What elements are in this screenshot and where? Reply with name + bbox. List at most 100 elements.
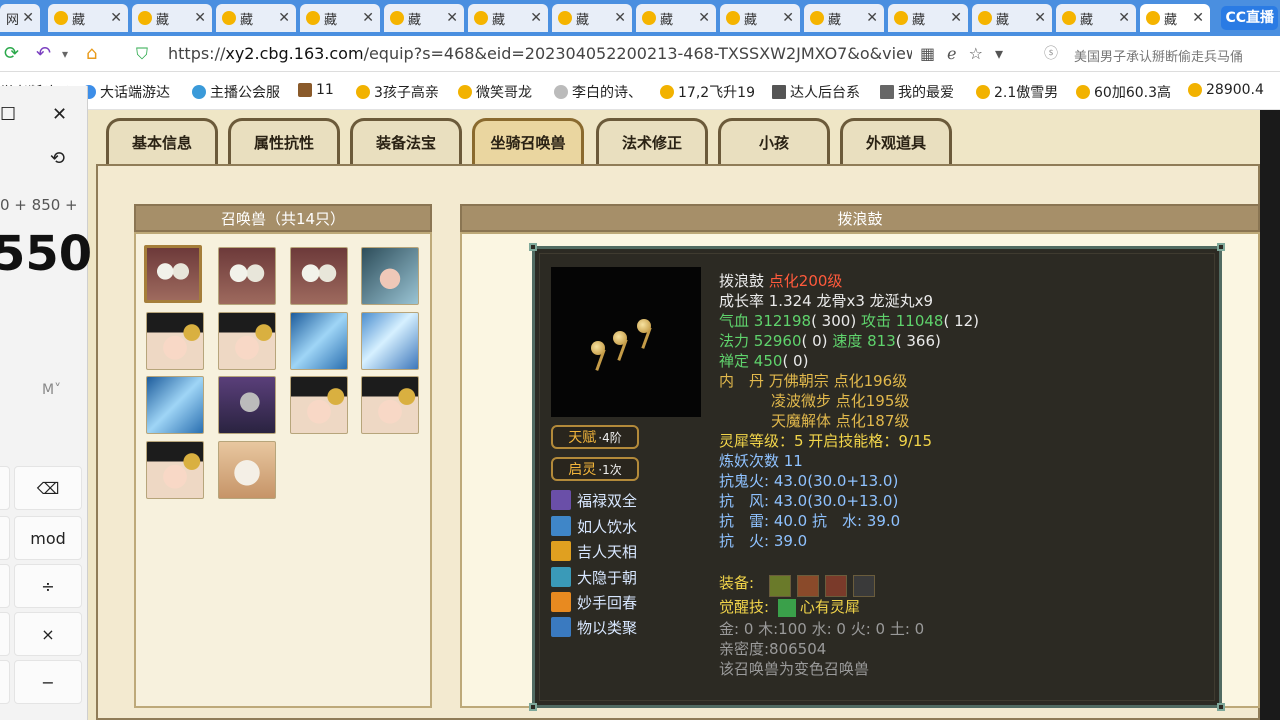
minus-key[interactable]: − [14, 660, 82, 704]
browser-tab[interactable]: 藏 ✕ [804, 4, 884, 32]
bookmark-item[interactable]: 11 [298, 82, 334, 98]
calc-key-partial[interactable] [0, 516, 10, 560]
close-icon[interactable]: ✕ [22, 10, 34, 26]
browser-tab[interactable]: 藏 ✕ [384, 4, 464, 32]
tab-equipment[interactable]: 装备法宝 [350, 118, 462, 164]
tab-appearance[interactable]: 外观道具 [840, 118, 952, 164]
pet-slot[interactable] [146, 441, 204, 499]
browser-tab[interactable]: 藏 ✕ [216, 4, 296, 32]
star-icon[interactable]: ☆ [969, 44, 995, 63]
browser-tab[interactable]: 网 ✕ [0, 4, 40, 32]
calc-key-partial[interactable] [0, 564, 10, 608]
bookmark-item[interactable]: 17,2飞升19 [660, 82, 755, 102]
undo-icon[interactable]: ↶ [36, 42, 51, 66]
bookmark-item[interactable]: 2.1傲雪男 [976, 82, 1058, 102]
mod-key[interactable]: mod [14, 516, 82, 560]
close-icon[interactable]: ✕ [950, 10, 962, 26]
pet-slot[interactable] [218, 376, 276, 434]
bookmark-item[interactable]: 大话端游达 [82, 82, 170, 102]
history-icon[interactable]: ⟲ [50, 148, 65, 169]
close-icon[interactable]: ✕ [614, 10, 626, 26]
close-icon[interactable]: ✕ [866, 10, 878, 26]
bookmark-item[interactable]: 微笑哥龙 [458, 82, 532, 102]
grid-icon[interactable]: ▦ [920, 44, 947, 63]
bookmark-item[interactable]: 达人后台系 [772, 82, 860, 102]
browser-tab[interactable]: 藏 ✕ [888, 4, 968, 32]
close-icon[interactable]: ✕ [1034, 10, 1046, 26]
close-icon[interactable]: ✕ [530, 10, 542, 26]
pet-slot[interactable] [290, 312, 348, 370]
skill-item[interactable]: 福禄双全 [551, 489, 637, 511]
close-icon[interactable]: ✕ [110, 10, 122, 26]
pet-slot[interactable] [218, 247, 276, 305]
bookmark-item[interactable]: 李白的诗、 [554, 82, 642, 102]
browser-tab[interactable]: 藏 ✕ [132, 4, 212, 32]
skill-item[interactable]: 物以类聚 [551, 616, 637, 638]
browser-tab-active[interactable]: 藏 ✕ [1140, 4, 1210, 32]
bookmark-label: 60加60.3高 [1094, 85, 1171, 101]
edge-icon[interactable]: ℯ [947, 44, 968, 63]
refresh-icon[interactable]: ⟳ [4, 42, 19, 66]
close-icon[interactable]: ✕ [698, 10, 710, 26]
pet-slot[interactable] [290, 247, 348, 305]
bookmark-item[interactable]: 28900.4 [1188, 82, 1264, 98]
backspace-key[interactable]: ⌫ [14, 466, 82, 510]
browser-tab[interactable]: 藏 ✕ [300, 4, 380, 32]
url-field[interactable]: https://xy2.cbg.163.com/equip?s=468&eid=… [168, 44, 912, 63]
tab-mounts-pets[interactable]: 坐骑召唤兽 [472, 118, 584, 164]
browser-tab[interactable]: 藏 ✕ [552, 4, 632, 32]
calc-key-partial[interactable] [0, 466, 10, 510]
tab-spell-correction[interactable]: 法术修正 [596, 118, 708, 164]
pet-slot[interactable] [361, 247, 419, 305]
restore-icon[interactable]: ☐ [0, 104, 16, 125]
browser-tab[interactable]: 藏 ✕ [972, 4, 1052, 32]
close-icon[interactable]: ✕ [278, 10, 290, 26]
close-icon[interactable]: ✕ [194, 10, 206, 26]
close-icon[interactable]: ✕ [782, 10, 794, 26]
pet-slot[interactable] [361, 376, 419, 434]
memory-button[interactable]: M˅ [42, 382, 61, 398]
calc-key-partial[interactable] [0, 660, 10, 704]
close-icon[interactable]: ✕ [52, 104, 67, 125]
pet-slot[interactable] [361, 312, 419, 370]
tab-attributes[interactable]: 属性抗性 [228, 118, 340, 164]
bookmark-item[interactable]: 我的最爱 [880, 82, 954, 102]
skill-item[interactable]: 妙手回春 [551, 591, 637, 613]
news-ticker[interactable]: 美国男子承认掰断偷走兵马俑 [1074, 46, 1280, 65]
pet-slot[interactable] [218, 312, 276, 370]
divide-key[interactable]: ÷ [14, 564, 82, 608]
skill-item[interactable]: 如人饮水 [551, 515, 637, 537]
close-icon[interactable]: ✕ [362, 10, 374, 26]
close-icon[interactable]: ✕ [1118, 10, 1130, 26]
pet-slot[interactable] [144, 245, 202, 303]
close-icon[interactable]: ✕ [1192, 10, 1204, 26]
calc-key-partial[interactable] [0, 612, 10, 656]
close-icon[interactable]: ✕ [446, 10, 458, 26]
pet-slot[interactable] [218, 441, 276, 499]
pet-slot[interactable] [290, 376, 348, 434]
chevron-down-icon[interactable]: ▾ [995, 44, 1015, 63]
skill-item[interactable]: 大隐于朝 [551, 566, 637, 588]
awaken-skill[interactable]: 心有灵犀 [800, 598, 860, 616]
equip-slot[interactable] [825, 575, 847, 597]
equip-slot[interactable] [769, 575, 791, 597]
search-engine-icon[interactable]: ⓢ [1044, 42, 1058, 66]
pet-slot[interactable] [146, 376, 204, 434]
equip-slot[interactable] [853, 575, 875, 597]
skill-item[interactable]: 吉人天相 [551, 540, 637, 562]
tab-children[interactable]: 小孩 [718, 118, 830, 164]
browser-tab[interactable]: 藏 ✕ [720, 4, 800, 32]
equip-slot[interactable] [797, 575, 819, 597]
bookmark-item[interactable]: 3孩子高亲 [356, 82, 439, 102]
pet-slot[interactable] [146, 312, 204, 370]
browser-tab[interactable]: 藏 ✕ [636, 4, 716, 32]
chevron-down-icon[interactable]: ▾ [62, 42, 68, 66]
browser-tab[interactable]: 藏 ✕ [468, 4, 548, 32]
browser-tab[interactable]: 藏 ✕ [48, 4, 128, 32]
bookmark-item[interactable]: 主播公会服 [192, 82, 280, 102]
bookmark-item[interactable]: 60加60.3高 [1076, 82, 1171, 102]
tab-basic-info[interactable]: 基本信息 [106, 118, 218, 164]
home-icon[interactable]: ⌂ [86, 42, 97, 66]
multiply-key[interactable]: × [14, 612, 82, 656]
browser-tab[interactable]: 藏 ✕ [1056, 4, 1136, 32]
